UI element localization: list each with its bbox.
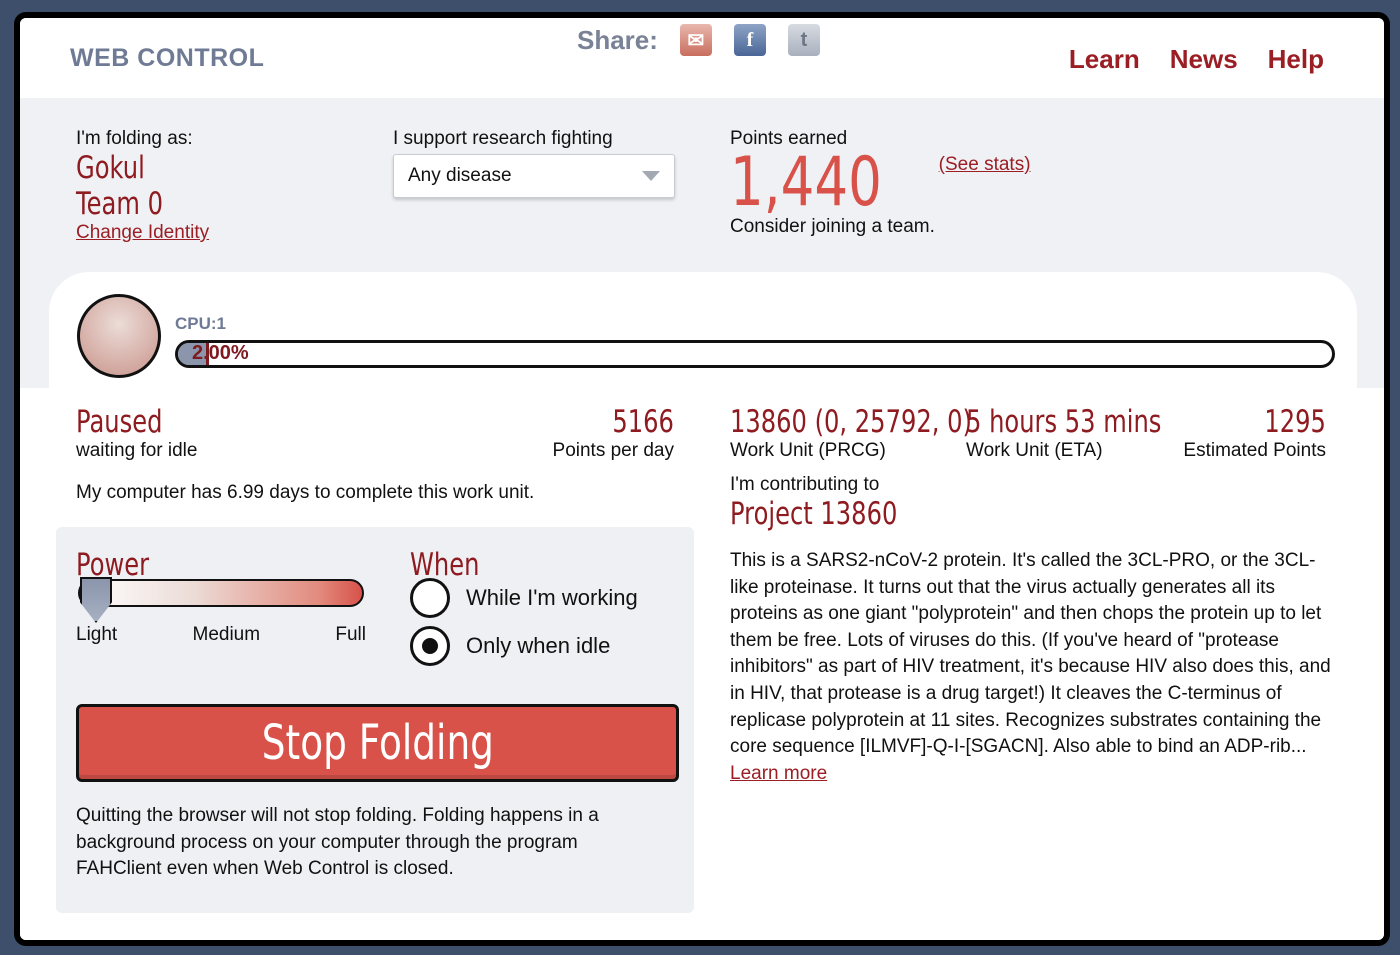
share-label: Share: xyxy=(577,24,658,55)
brand-title: WEB CONTROL xyxy=(70,44,265,72)
cpu-progress-bar: 2.00% xyxy=(175,340,1335,368)
cpu-progress-text: 2.00% xyxy=(192,342,249,364)
folding-note: Quitting the browser will not stop foldi… xyxy=(76,805,599,880)
cause-select[interactable]: Any disease xyxy=(393,154,675,198)
nav-news-link[interactable]: News xyxy=(1170,44,1238,75)
mail-icon[interactable]: ✉ xyxy=(679,24,712,56)
power-label-medium: Medium xyxy=(192,624,261,645)
chevron-down-icon xyxy=(642,171,660,181)
stop-folding-button[interactable]: Stop Folding xyxy=(76,704,679,782)
team-name: Team 0 xyxy=(76,186,163,222)
project-description-text: This is a SARS2-nCoV-2 protein. It's cal… xyxy=(730,550,1331,758)
points-per-day: 5166 Points per day xyxy=(520,404,674,462)
cpu-label: CPU:1 xyxy=(175,314,227,333)
days-remaining-text: My computer has 6.99 days to complete th… xyxy=(76,482,535,503)
stop-folding-label: Stop Folding xyxy=(261,715,494,771)
points-value: 1,440 xyxy=(730,143,882,222)
change-identity-link[interactable]: Change Identity xyxy=(76,222,209,244)
user-name: Gokul xyxy=(76,150,145,186)
twitter-icon[interactable]: t xyxy=(787,24,820,56)
project-description: This is a SARS2-nCoV-2 protein. It's cal… xyxy=(730,548,1340,787)
see-stats-link[interactable]: (See stats) xyxy=(939,154,1031,176)
top-nav: Learn News Help xyxy=(1069,44,1324,75)
cause-label: I support research fighting xyxy=(393,128,613,149)
status-reason: waiting for idle xyxy=(76,440,198,461)
contributing-label: I'm contributing to xyxy=(730,474,880,495)
nav-learn-link[interactable]: Learn xyxy=(1069,44,1140,75)
avatar xyxy=(77,294,161,378)
est-value: 1295 xyxy=(1264,404,1326,440)
radio-label: While I'm working xyxy=(466,585,638,610)
identity-section: I'm folding as: Gokul Team 0 Change Iden… xyxy=(76,128,209,244)
share-bar: Share: ✉ f t xyxy=(577,24,820,56)
controls-panel: Power When Light Medium Full While I'm w… xyxy=(56,527,694,913)
facebook-icon[interactable]: f xyxy=(733,24,766,56)
ppd-label: Points per day xyxy=(552,440,674,461)
power-slider-handle[interactable] xyxy=(80,577,112,623)
ppd-value: 5166 xyxy=(612,404,674,440)
power-slider-labels: Light Medium Full xyxy=(76,624,366,646)
cause-section: I support research fighting Any disease xyxy=(393,128,675,198)
radio-only-idle[interactable]: Only when idle xyxy=(410,626,610,666)
folding-status: Paused waiting for idle xyxy=(76,404,197,462)
identity-label: I'm folding as: xyxy=(76,128,193,149)
estimated-points: 1295 Estimated Points xyxy=(1160,404,1326,462)
nav-help-link[interactable]: Help xyxy=(1268,44,1324,75)
points-section: Points earned 1,440 (See stats) Consider… xyxy=(730,128,1031,238)
project-name: Project 13860 xyxy=(730,496,898,532)
radio-button-selected[interactable] xyxy=(410,626,450,666)
prcg-value: 13860 (0, 25792, 0) xyxy=(730,404,972,440)
radio-label: Only when idle xyxy=(466,633,611,658)
radio-button[interactable] xyxy=(410,578,450,618)
header: WEB CONTROL Share: ✉ f t Learn News Help xyxy=(20,18,1384,98)
web-control-window: WEB CONTROL Share: ✉ f t Learn News Help… xyxy=(20,18,1384,940)
main-card xyxy=(49,272,1357,392)
power-slider[interactable] xyxy=(78,579,364,607)
status-state: Paused xyxy=(76,404,163,440)
project-header: I'm contributing to Project 13860 xyxy=(730,474,945,532)
power-label-full: Full xyxy=(335,624,366,645)
cause-select-value: Any disease xyxy=(408,165,512,186)
eta-value: 5 hours 53 mins xyxy=(966,404,1162,440)
power-label-light: Light xyxy=(76,624,118,645)
radio-while-working[interactable]: While I'm working xyxy=(410,578,638,618)
est-label: Estimated Points xyxy=(1183,440,1326,461)
learn-more-link[interactable]: Learn more xyxy=(730,763,827,784)
